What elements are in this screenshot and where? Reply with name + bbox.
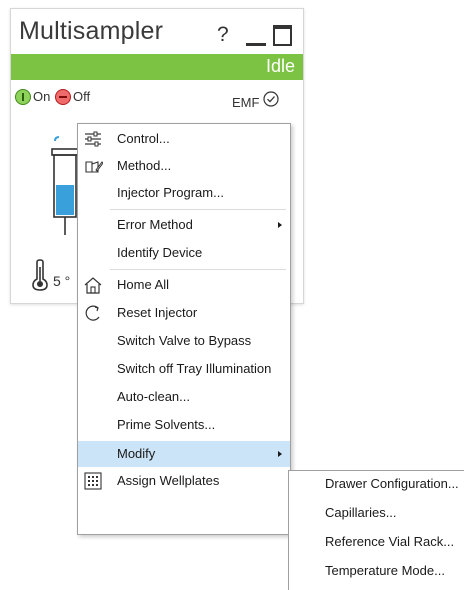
thermometer-icon	[32, 259, 48, 291]
status-bar: Idle	[11, 54, 303, 80]
menu-item-control[interactable]: Control...	[78, 126, 290, 152]
menu-item-label: Error Method	[117, 217, 193, 232]
submenu-item-label: Temperature Mode...	[325, 563, 445, 578]
menu-item-label: Switch off Tray Illumination	[117, 361, 272, 376]
menu-item-prime-solvents[interactable]: Prime Solvents...	[78, 412, 290, 438]
menu-item-label: Auto-clean...	[117, 389, 190, 404]
submenu-item-label: Capillaries...	[325, 505, 397, 520]
menu-item-label: Control...	[117, 131, 170, 146]
menu-item-error-method[interactable]: Error Method	[78, 212, 290, 238]
temperature-readout: 5 °	[53, 273, 71, 289]
method-icon	[85, 161, 103, 173]
submenu-item-capillaries[interactable]: Capillaries...	[289, 500, 464, 526]
submenu-item-label: Drawer Configuration...	[325, 476, 459, 491]
menu-item-label: Prime Solvents...	[117, 417, 216, 432]
power-off-icon[interactable]	[55, 89, 71, 105]
minimize-icon[interactable]	[246, 43, 266, 46]
submenu-item-temperature-mode[interactable]: Temperature Mode...	[289, 558, 464, 584]
menu-separator	[110, 269, 286, 270]
menu-item-reset-injector[interactable]: Reset Injector	[78, 300, 290, 326]
submenu-arrow-icon	[278, 451, 282, 457]
menu-item-switch-off-tray-illumination[interactable]: Switch off Tray Illumination	[78, 356, 290, 382]
on-label[interactable]: On	[33, 89, 50, 104]
off-label[interactable]: Off	[73, 89, 90, 104]
menu-item-modify[interactable]: Modify	[78, 441, 290, 467]
check-circle-icon[interactable]	[263, 91, 279, 107]
menu-item-label: Injector Program...	[117, 185, 224, 200]
modify-submenu: Drawer Configuration... Capillaries... R…	[288, 470, 464, 590]
menu-item-label: Method...	[117, 158, 172, 173]
menu-item-label: Switch Valve to Bypass	[117, 333, 252, 348]
menu-item-label: Identify Device	[117, 245, 203, 260]
status-text: Idle	[265, 56, 295, 76]
menu-item-label: Modify	[117, 446, 156, 461]
menu-item-identify-device[interactable]: Identify Device	[78, 240, 290, 266]
menu-item-label: Assign Wellplates	[117, 473, 220, 488]
maximize-icon[interactable]	[273, 25, 292, 46]
submenu-item-reference-vial-rack[interactable]: Reference Vial Rack...	[289, 529, 464, 555]
module-title: Multisampler	[19, 17, 164, 45]
submenu-item-drawer-configuration[interactable]: Drawer Configuration...	[289, 471, 464, 497]
menu-item-assign-wellplates[interactable]: Assign Wellplates	[78, 468, 290, 494]
menu-item-label: Home All	[117, 277, 170, 292]
menu-item-label: Reset Injector	[117, 305, 198, 320]
menu-item-auto-clean[interactable]: Auto-clean...	[78, 384, 290, 410]
menu-item-home-all[interactable]: Home All	[78, 272, 290, 298]
menu-item-injector-program[interactable]: Injector Program...	[78, 180, 290, 206]
help-button[interactable]: ?	[217, 23, 229, 47]
emf-label[interactable]: EMF	[232, 95, 259, 110]
sliders-icon	[85, 131, 101, 147]
reset-icon	[85, 305, 100, 321]
home-icon	[84, 277, 102, 294]
menu-item-switch-valve-bypass[interactable]: Switch Valve to Bypass	[78, 328, 290, 354]
power-on-icon[interactable]	[15, 89, 31, 105]
menu-separator	[110, 209, 286, 210]
menu-item-method[interactable]: Method...	[78, 153, 290, 179]
submenu-arrow-icon	[278, 222, 282, 228]
context-menu: Control... Method... Injector Program...…	[77, 123, 291, 535]
wellplate-icon	[84, 472, 102, 490]
submenu-item-label: Reference Vial Rack...	[325, 534, 455, 549]
